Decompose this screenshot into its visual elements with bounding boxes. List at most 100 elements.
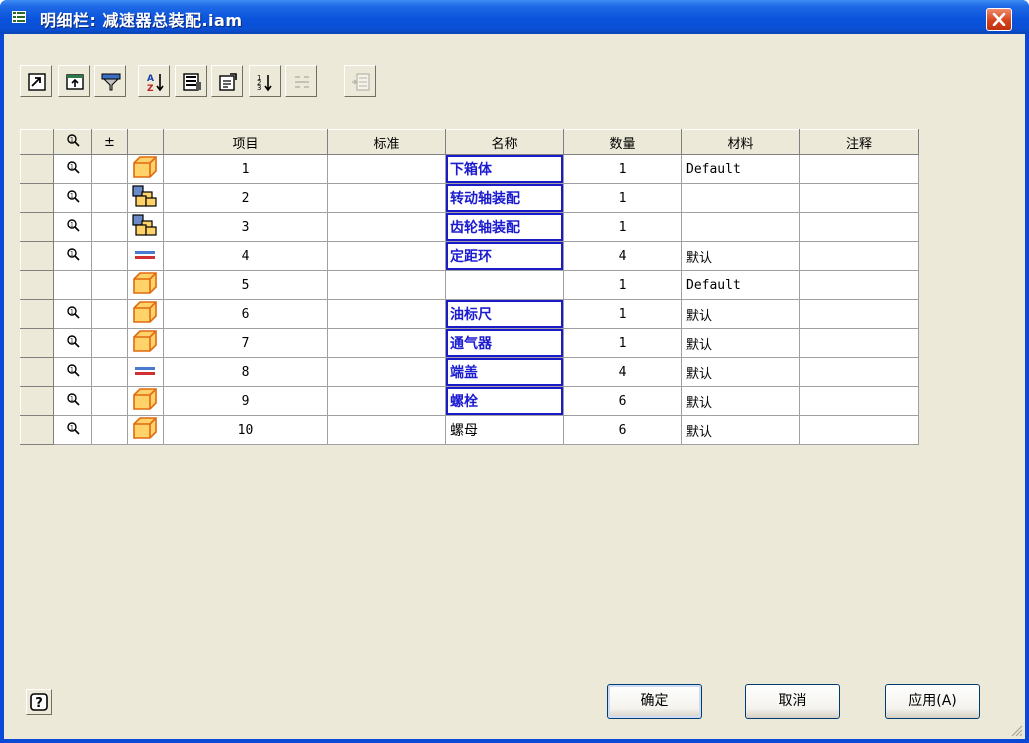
row-name[interactable]: 螺母 bbox=[445, 415, 564, 445]
header-visibility[interactable]: 1 bbox=[53, 129, 92, 155]
row-material[interactable] bbox=[681, 212, 800, 242]
header-note[interactable]: 注释 bbox=[799, 129, 919, 155]
row-visibility[interactable]: 1 bbox=[53, 183, 92, 213]
row-standard[interactable] bbox=[327, 154, 446, 184]
close-button[interactable] bbox=[986, 8, 1012, 31]
table-row[interactable]: 1 1 下箱体 1 Default bbox=[20, 154, 919, 184]
table-row[interactable]: 5 1 Default bbox=[20, 270, 919, 300]
row-material[interactable]: 默认 bbox=[681, 328, 800, 358]
row-qty[interactable]: 1 bbox=[563, 212, 682, 242]
row-visibility[interactable]: 1 bbox=[53, 328, 92, 358]
toolbar-button-add-row[interactable] bbox=[344, 65, 376, 97]
row-item[interactable]: 7 bbox=[163, 328, 328, 358]
row-standard[interactable] bbox=[327, 183, 446, 213]
row-qty[interactable]: 4 bbox=[563, 357, 682, 387]
row-note[interactable] bbox=[799, 183, 919, 213]
row-item[interactable]: 5 bbox=[163, 270, 328, 300]
table-row[interactable]: 1 2 转动轴装配 1 bbox=[20, 183, 919, 213]
row-name[interactable]: 油标尺 bbox=[445, 299, 564, 329]
title-bar[interactable]: 明细栏: 减速器总装配.iam bbox=[0, 0, 1029, 34]
row-item[interactable]: 2 bbox=[163, 183, 328, 213]
row-material[interactable]: Default bbox=[681, 154, 800, 184]
row-qty[interactable]: 6 bbox=[563, 386, 682, 416]
row-material[interactable]: 默认 bbox=[681, 299, 800, 329]
row-material[interactable]: Default bbox=[681, 270, 800, 300]
row-material[interactable]: 默认 bbox=[681, 386, 800, 416]
row-name[interactable]: 螺栓 bbox=[445, 386, 564, 416]
row-visibility[interactable]: 1 bbox=[53, 212, 92, 242]
row-header[interactable] bbox=[20, 357, 54, 387]
toolbar-button-view-options[interactable] bbox=[20, 65, 52, 97]
row-item[interactable]: 1 bbox=[163, 154, 328, 184]
row-header[interactable] bbox=[20, 241, 54, 271]
row-visibility[interactable]: 1 bbox=[53, 241, 92, 271]
row-item[interactable]: 10 bbox=[163, 415, 328, 445]
row-note[interactable] bbox=[799, 386, 919, 416]
row-header[interactable] bbox=[20, 154, 54, 184]
row-note[interactable] bbox=[799, 328, 919, 358]
resize-grip-icon[interactable] bbox=[1009, 723, 1023, 737]
row-item[interactable]: 3 bbox=[163, 212, 328, 242]
row-note[interactable] bbox=[799, 212, 919, 242]
ok-button[interactable]: 确定 bbox=[607, 684, 702, 719]
row-standard[interactable] bbox=[327, 241, 446, 271]
row-material[interactable]: 默认 bbox=[681, 415, 800, 445]
row-header[interactable] bbox=[20, 415, 54, 445]
row-qty[interactable]: 1 bbox=[563, 154, 682, 184]
row-material[interactable]: 默认 bbox=[681, 357, 800, 387]
table-row[interactable]: 1 8 端盖 4 默认 bbox=[20, 357, 919, 387]
header-qty[interactable]: 数量 bbox=[563, 129, 682, 155]
toolbar-button-sort-az[interactable]: AZ bbox=[138, 65, 170, 97]
row-name[interactable]: 定距环 bbox=[445, 241, 564, 271]
apply-button[interactable]: 应用(A) bbox=[885, 684, 980, 719]
row-standard[interactable] bbox=[327, 357, 446, 387]
row-header[interactable] bbox=[20, 183, 54, 213]
row-name[interactable] bbox=[445, 270, 564, 300]
row-note[interactable] bbox=[799, 357, 919, 387]
table-row[interactable]: 1 10 螺母 6 默认 bbox=[20, 415, 919, 445]
row-standard[interactable] bbox=[327, 299, 446, 329]
toolbar-button-filter[interactable] bbox=[94, 65, 126, 97]
row-standard[interactable] bbox=[327, 270, 446, 300]
row-standard[interactable] bbox=[327, 386, 446, 416]
row-visibility[interactable]: 1 bbox=[53, 299, 92, 329]
header-name[interactable]: 名称 bbox=[445, 129, 564, 155]
row-header[interactable] bbox=[20, 328, 54, 358]
row-material[interactable] bbox=[681, 183, 800, 213]
row-qty[interactable]: 1 bbox=[563, 270, 682, 300]
row-standard[interactable] bbox=[327, 415, 446, 445]
row-note[interactable] bbox=[799, 270, 919, 300]
row-item[interactable]: 4 bbox=[163, 241, 328, 271]
table-row[interactable]: 1 4 定距环 4 默认 bbox=[20, 241, 919, 271]
row-note[interactable] bbox=[799, 415, 919, 445]
row-header[interactable] bbox=[20, 212, 54, 242]
row-name[interactable]: 齿轮轴装配 bbox=[445, 212, 564, 242]
header-item[interactable]: 项目 bbox=[163, 129, 328, 155]
row-item[interactable]: 6 bbox=[163, 299, 328, 329]
table-row[interactable]: 1 6 油标尺 1 默认 bbox=[20, 299, 919, 329]
row-qty[interactable]: 1 bbox=[563, 328, 682, 358]
row-item[interactable]: 9 bbox=[163, 386, 328, 416]
row-name[interactable]: 端盖 bbox=[445, 357, 564, 387]
row-qty[interactable]: 1 bbox=[563, 183, 682, 213]
toolbar-button-renumber[interactable]: 123 bbox=[249, 65, 281, 97]
row-name[interactable]: 转动轴装配 bbox=[445, 183, 564, 213]
row-qty[interactable]: 6 bbox=[563, 415, 682, 445]
row-note[interactable] bbox=[799, 154, 919, 184]
row-visibility[interactable] bbox=[53, 270, 92, 300]
toolbar-button-column-chooser[interactable] bbox=[175, 65, 207, 97]
row-qty[interactable]: 4 bbox=[563, 241, 682, 271]
row-visibility[interactable]: 1 bbox=[53, 386, 92, 416]
row-name[interactable]: 下箱体 bbox=[445, 154, 564, 184]
help-button[interactable]: ? bbox=[26, 689, 52, 715]
row-visibility[interactable]: 1 bbox=[53, 415, 92, 445]
toolbar-button-export[interactable] bbox=[58, 65, 90, 97]
row-visibility[interactable]: 1 bbox=[53, 357, 92, 387]
row-header[interactable] bbox=[20, 299, 54, 329]
row-material[interactable]: 默认 bbox=[681, 241, 800, 271]
row-item[interactable]: 8 bbox=[163, 357, 328, 387]
toolbar-button-merge-rows[interactable] bbox=[285, 65, 317, 97]
row-visibility[interactable]: 1 bbox=[53, 154, 92, 184]
table-row[interactable]: 1 7 通气器 1 默认 bbox=[20, 328, 919, 358]
row-header[interactable] bbox=[20, 270, 54, 300]
